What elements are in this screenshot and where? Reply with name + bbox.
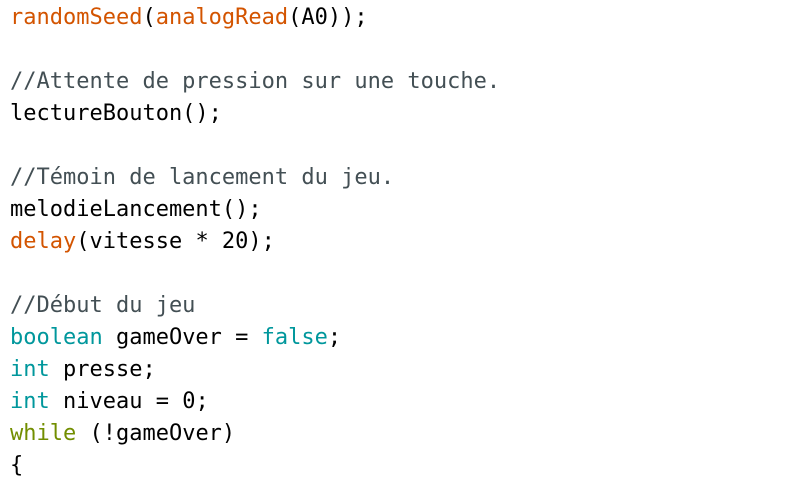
- code-token-plain: gameOver =: [102, 325, 262, 350]
- code-token-plain: (A0));: [288, 5, 368, 30]
- code-line[interactable]: lectureBouton();: [10, 98, 790, 130]
- code-token-plain: (!gameOver): [76, 421, 236, 446]
- code-token-literal: false: [261, 325, 328, 350]
- code-token-comment: //Témoin de lancement du jeu.: [10, 165, 395, 190]
- code-lines: randomSeed(analogRead(A0)); //Attente de …: [10, 2, 790, 482]
- code-token-function: delay: [10, 229, 77, 254]
- code-token-plain: melodieLancement();: [10, 197, 262, 222]
- code-line[interactable]: int niveau = 0;: [10, 386, 790, 418]
- code-editor[interactable]: randomSeed(analogRead(A0)); //Attente de …: [0, 0, 790, 486]
- code-line[interactable]: while (!gameOver): [10, 418, 790, 450]
- code-token-comment: //Attente de pression sur une touche.: [10, 69, 501, 94]
- code-token-function: randomSeed: [10, 5, 143, 30]
- code-token-plain: lectureBouton();: [10, 101, 222, 126]
- code-token-type: boolean: [10, 325, 103, 350]
- code-token-plain: niveau = 0;: [49, 389, 209, 414]
- code-line[interactable]: boolean gameOver = false;: [10, 322, 790, 354]
- code-line[interactable]: {: [10, 450, 790, 482]
- code-token-plain: presse;: [49, 357, 156, 382]
- code-token-keyword: while: [10, 421, 77, 446]
- code-line[interactable]: int presse;: [10, 354, 790, 386]
- code-token-plain: (vitesse * 20);: [76, 229, 275, 254]
- code-line[interactable]: //Témoin de lancement du jeu.: [10, 162, 790, 194]
- code-line[interactable]: //Début du jeu: [10, 290, 790, 322]
- code-token-type: int: [10, 357, 50, 382]
- code-token-plain: (: [142, 5, 156, 30]
- code-token-comment: //Début du jeu: [10, 293, 196, 318]
- code-token-function: analogRead: [155, 5, 289, 30]
- code-token-plain: {: [10, 453, 24, 478]
- code-line[interactable]: //Attente de pression sur une touche.: [10, 66, 790, 98]
- code-line[interactable]: [10, 130, 790, 162]
- code-line[interactable]: [10, 258, 790, 290]
- code-token-plain: ;: [327, 325, 342, 350]
- code-line[interactable]: [10, 34, 790, 66]
- code-line[interactable]: randomSeed(analogRead(A0));: [10, 2, 790, 34]
- code-token-type: int: [10, 389, 50, 414]
- code-line[interactable]: melodieLancement();: [10, 194, 790, 226]
- code-line[interactable]: delay(vitesse * 20);: [10, 226, 790, 258]
